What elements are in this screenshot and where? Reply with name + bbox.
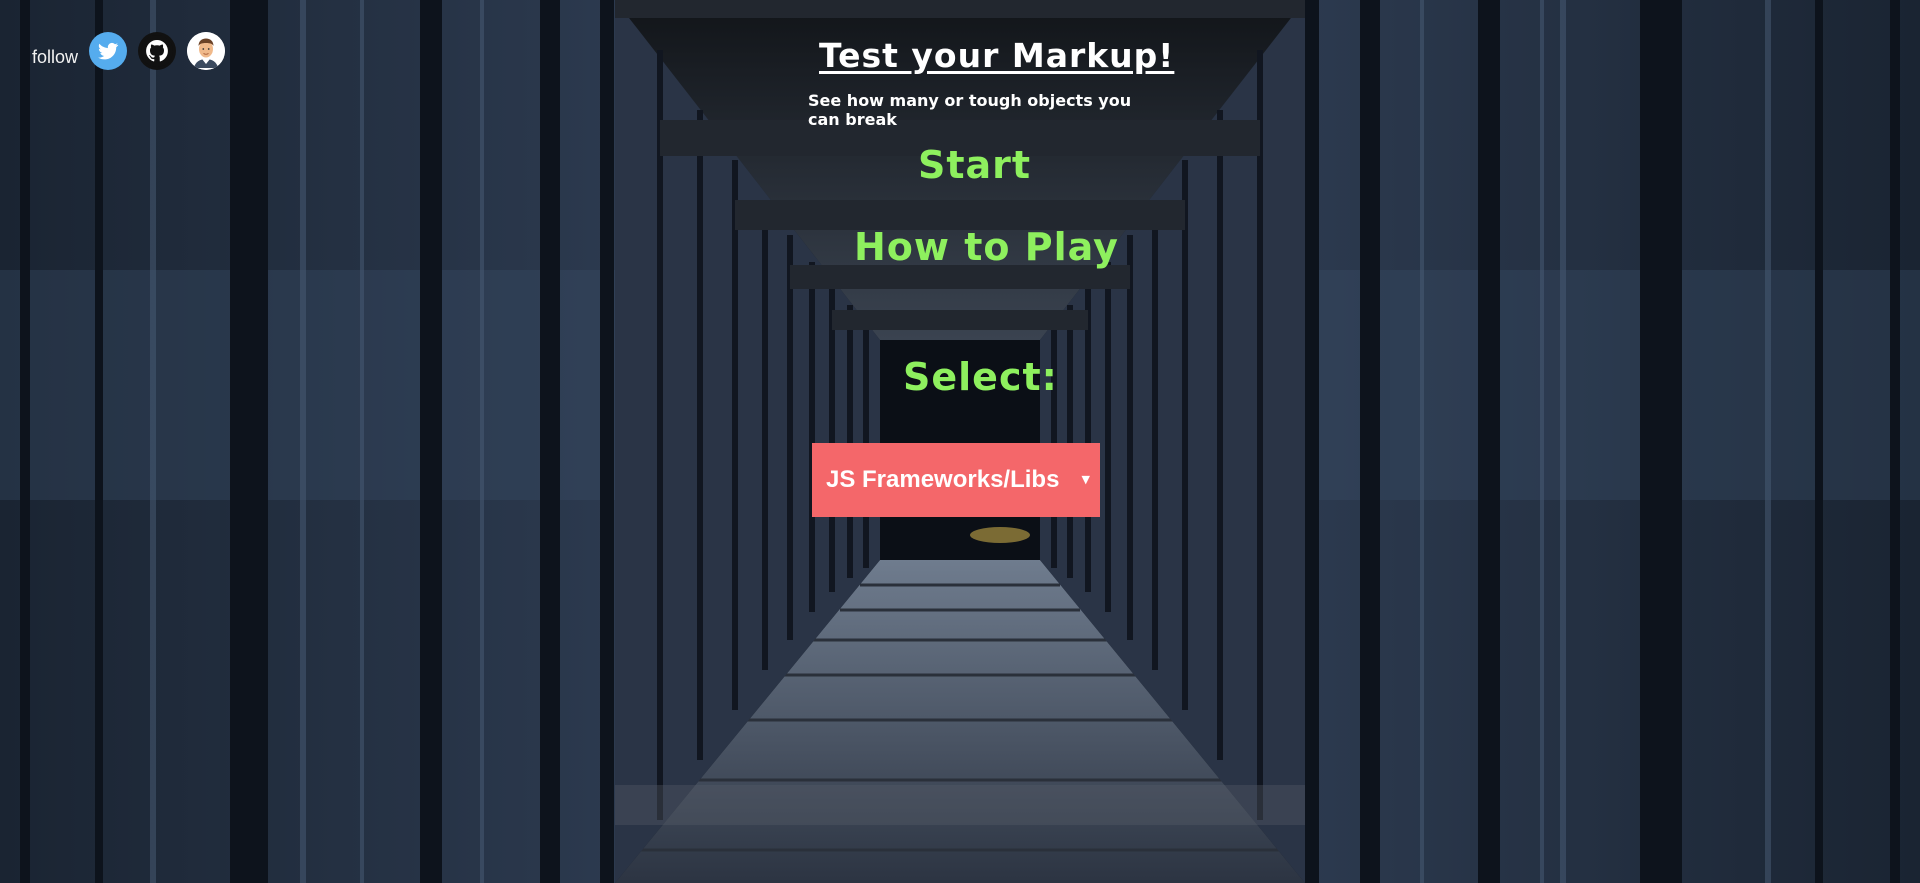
page-subtitle: See how many or tough objects you can br…	[808, 91, 1132, 129]
main-menu: Test your Markup! See how many or tough …	[0, 0, 1920, 883]
chevron-down-icon: ▼	[1081, 473, 1090, 486]
page-title: Test your Markup!	[819, 36, 1175, 75]
category-select-value: JS Frameworks/Libs	[826, 466, 1060, 493]
start-button[interactable]: Start	[918, 143, 1031, 187]
select-label: Select:	[903, 355, 1058, 399]
category-select[interactable]: JS Frameworks/Libs ▼	[812, 443, 1100, 517]
how-to-play-button[interactable]: How to Play	[854, 225, 1119, 269]
